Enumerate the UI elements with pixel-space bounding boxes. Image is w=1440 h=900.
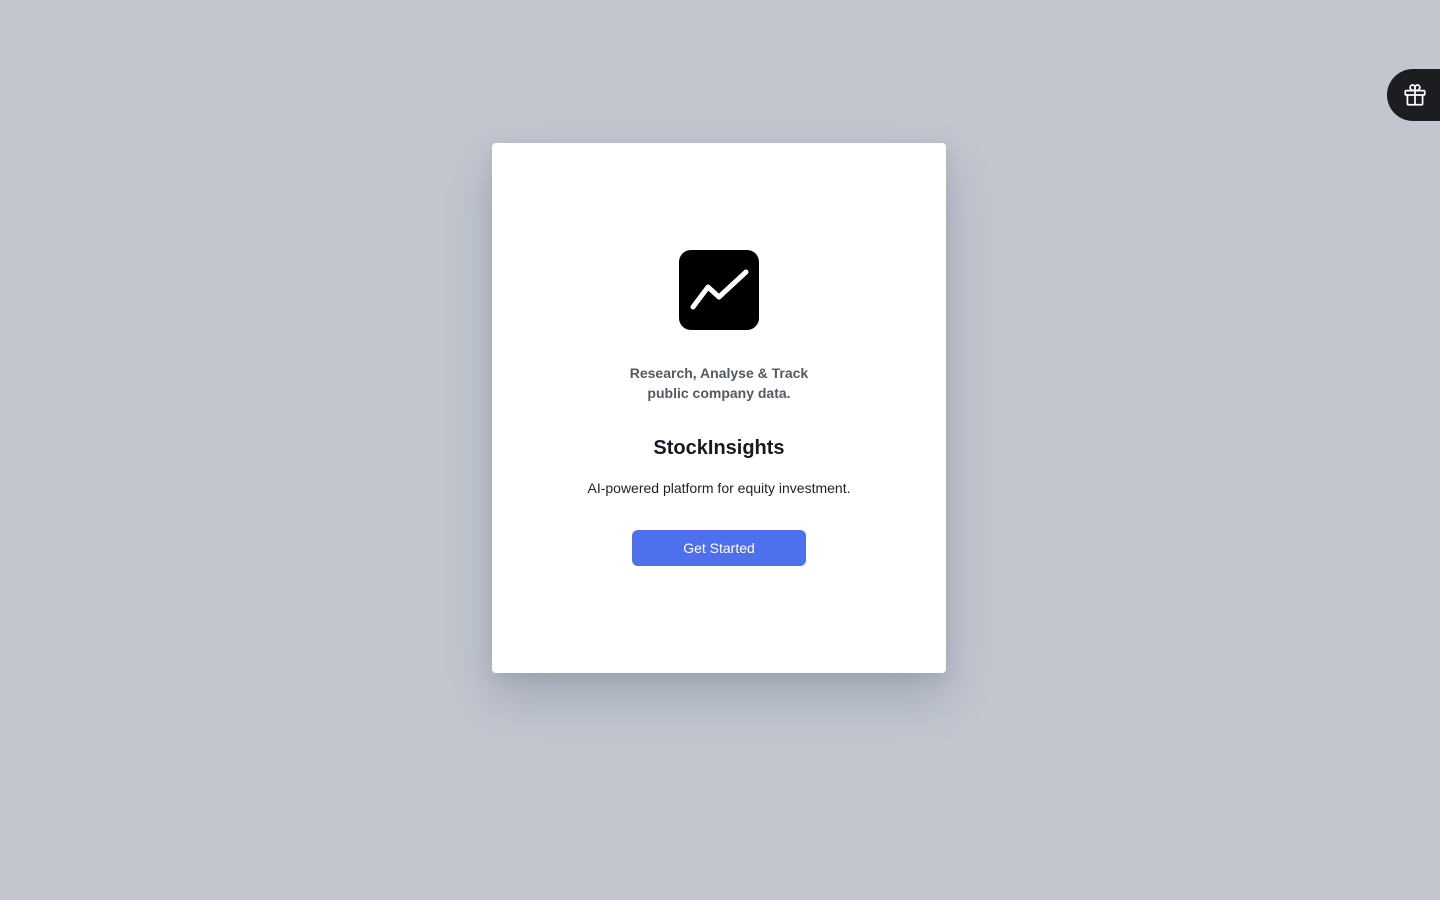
tagline-line-1: Research, Analyse & Track xyxy=(629,365,809,381)
tagline-line-2: public company data. xyxy=(647,385,791,401)
gift-tab-button[interactable] xyxy=(1387,69,1440,121)
platform-description: AI-powered platform for equity investmen… xyxy=(587,480,851,496)
tagline: Research, Analyse & Track public company… xyxy=(492,363,946,403)
trending-line-icon xyxy=(679,250,759,330)
welcome-card: Research, Analyse & Track public company… xyxy=(492,143,946,673)
get-started-button[interactable]: Get Started xyxy=(632,530,806,566)
gift-icon xyxy=(1404,84,1426,106)
brand-name: StockInsights xyxy=(653,437,785,459)
